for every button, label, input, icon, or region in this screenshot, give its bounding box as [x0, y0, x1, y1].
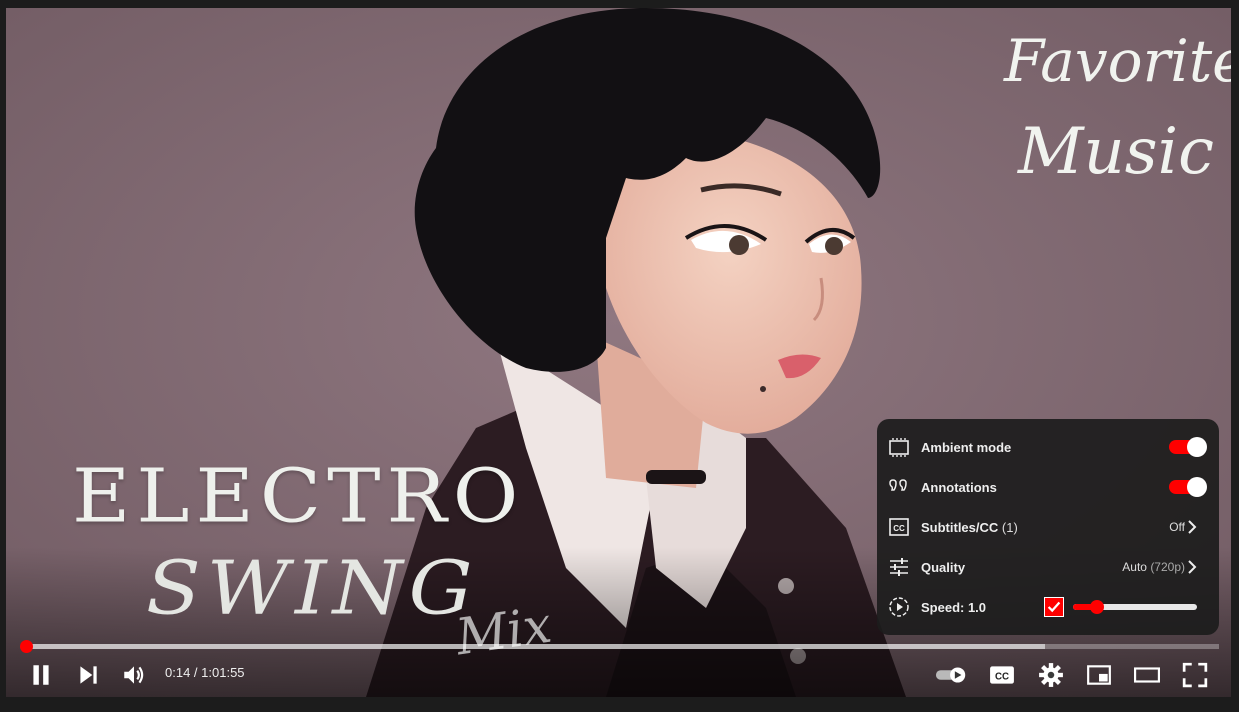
volume-button[interactable]	[118, 659, 150, 691]
menu-item-annotations[interactable]: Annotations	[877, 467, 1219, 507]
fullscreen-icon	[1182, 662, 1208, 688]
pause-button[interactable]	[25, 659, 57, 691]
menu-item-ambient-mode[interactable]: Ambient mode	[877, 427, 1219, 467]
autoplay-toggle-icon	[935, 667, 966, 683]
subtitles-label-text: Subtitles/CC	[921, 519, 999, 535]
speed-slider[interactable]	[1073, 600, 1197, 614]
settings-gear-icon	[1039, 663, 1063, 687]
miniplayer-icon	[1087, 665, 1111, 685]
chevron-right-icon	[1188, 560, 1197, 574]
video-title-mix: Mix	[452, 595, 555, 667]
subtitles-count: (1)	[1001, 519, 1018, 535]
menu-item-quality[interactable]: Quality Auto (720p)	[877, 547, 1219, 587]
time-display: 0:14 / 1:01:55	[165, 665, 245, 680]
settings-button[interactable]	[1035, 659, 1067, 691]
svg-text:CC: CC	[995, 671, 1009, 682]
next-button[interactable]	[72, 659, 104, 691]
subtitles-button[interactable]: CC	[986, 659, 1018, 691]
next-icon	[80, 666, 97, 684]
progress-bar[interactable]	[19, 640, 1219, 653]
miniplayer-button[interactable]	[1083, 659, 1115, 691]
video-title-electro: ELECTRO	[72, 453, 525, 540]
settings-menu: Ambient mode Annotations CC Subtitles/CC…	[877, 419, 1219, 635]
speed-icon	[887, 595, 911, 619]
quality-value-main: Auto	[1122, 560, 1147, 574]
corner-text-favorite: Favorite	[1004, 27, 1231, 95]
theater-mode-icon	[1134, 667, 1160, 683]
theater-mode-button[interactable]	[1131, 659, 1163, 691]
video-player[interactable]: ELECTRO SWING Mix Favorite Music 0:14 / …	[6, 8, 1231, 697]
quality-value: Auto (720p)	[1122, 560, 1185, 574]
time-total: 1:01:55	[201, 665, 245, 680]
video-title-swing: SWING	[146, 545, 479, 632]
quality-value-resolution: (720p)	[1150, 560, 1185, 574]
progress-scrubber[interactable]	[19, 640, 33, 653]
time-current: 0:14	[165, 665, 191, 680]
fullscreen-button[interactable]	[1179, 659, 1211, 691]
autoplay-toggle[interactable]	[934, 659, 970, 691]
cc-icon: CC	[887, 515, 911, 539]
menu-item-subtitles[interactable]: CC Subtitles/CC (1) Off	[877, 507, 1219, 547]
speed-slider-thumb[interactable]	[1089, 600, 1104, 614]
svg-text:CC: CC	[893, 524, 905, 533]
menu-label-ambient-mode: Ambient mode	[921, 439, 1012, 455]
speed-checkbox[interactable]	[1044, 597, 1064, 617]
time-separator: /	[190, 665, 202, 680]
menu-label-quality: Quality	[921, 559, 966, 575]
menu-label-subtitles: Subtitles/CC (1)	[921, 520, 1018, 535]
quality-sliders-icon	[887, 555, 911, 579]
annotations-icon	[887, 475, 911, 499]
menu-item-speed[interactable]: Speed: 1.0	[877, 587, 1219, 627]
ambient-mode-toggle[interactable]	[1169, 437, 1207, 457]
subtitles-value: Off	[1169, 520, 1185, 534]
corner-text-music: Music	[1018, 115, 1214, 189]
checkmark-icon	[1047, 601, 1061, 613]
toggle-knob	[1187, 437, 1207, 457]
subtitles-icon: CC	[990, 666, 1014, 684]
menu-label-annotations: Annotations	[921, 479, 997, 495]
toggle-knob	[1187, 477, 1207, 497]
progress-buffered	[22, 644, 1046, 649]
ambient-mode-icon	[887, 435, 911, 459]
annotations-toggle[interactable]	[1169, 477, 1207, 497]
chevron-right-icon	[1188, 520, 1197, 534]
pause-icon	[33, 665, 49, 685]
volume-icon	[124, 666, 144, 684]
menu-label-speed: Speed: 1.0	[921, 599, 987, 615]
